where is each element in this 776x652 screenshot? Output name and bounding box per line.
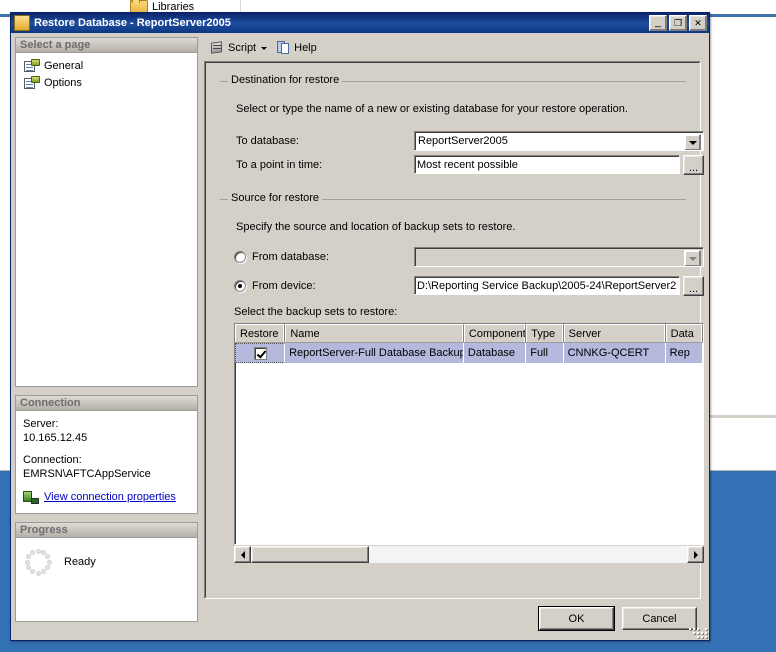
column-header-name[interactable]: Name	[285, 324, 464, 342]
source-group-legend: Source for restore	[228, 192, 323, 204]
restore-checkbox[interactable]	[253, 346, 267, 360]
dialog-title: Restore Database - ReportServer2005	[34, 17, 231, 29]
from-database-combobox[interactable]	[414, 247, 704, 267]
from-database-radio[interactable]	[234, 251, 246, 263]
dialog-footer: OK Cancel	[538, 606, 697, 631]
minimize-button[interactable]: _	[649, 15, 667, 31]
ok-button[interactable]: OK	[538, 606, 615, 631]
cell-component: Database	[464, 343, 527, 363]
source-description: Specify the source and location of backu…	[236, 221, 516, 233]
source-group: Source for restore	[220, 192, 686, 204]
to-database-combobox[interactable]: ReportServer2005	[414, 131, 704, 151]
progress-panel: Ready	[15, 537, 198, 622]
page-icon	[24, 58, 40, 73]
dialog-content-frame: Destination for restore Select or type t…	[204, 61, 704, 599]
spinner-icon	[24, 548, 52, 576]
minimize-icon: _	[654, 16, 662, 28]
column-header-type[interactable]: Type	[526, 324, 564, 342]
column-header-restore[interactable]: Restore	[235, 324, 286, 342]
sidebar-item-options[interactable]: Options	[18, 74, 195, 91]
backup-sets-grid-header: Restore Name Component Type Server Data	[235, 324, 703, 343]
device-browse-button[interactable]: ...	[683, 276, 704, 296]
help-label: Help	[294, 42, 317, 54]
cancel-button[interactable]: Cancel	[622, 607, 697, 630]
dialog-title-bar[interactable]: Restore Database - ReportServer2005 _ ❐ …	[11, 13, 709, 33]
connection-label: Connection:	[23, 454, 82, 466]
connection-panel: Server: 10.165.12.45 Connection: EMRSN\A…	[15, 410, 198, 514]
page-icon	[24, 75, 40, 90]
connection-header: Connection	[15, 395, 198, 410]
dialog-sidebar: Select a page General Options Connection…	[15, 37, 198, 627]
server-value: 10.165.12.45	[23, 432, 88, 444]
sidebar-item-general-label: General	[44, 59, 84, 72]
to-point-in-time-textbox[interactable]: Most recent possible	[414, 155, 680, 174]
script-icon	[210, 41, 225, 55]
progress-header: Progress	[15, 522, 198, 537]
resize-grip[interactable]	[689, 624, 707, 638]
select-a-page-header: Select a page	[15, 37, 198, 52]
script-button[interactable]: Script	[206, 39, 271, 58]
point-in-time-browse-button[interactable]: ...	[683, 155, 704, 175]
view-connection-properties-row[interactable]: View connection properties	[23, 490, 190, 504]
dialog-content: Destination for restore Select or type t…	[205, 62, 704, 598]
to-point-in-time-label: To a point in time:	[236, 159, 323, 171]
explorer-top-strip	[0, 0, 776, 8]
dialog-toolbar: Script Help	[202, 37, 705, 59]
destination-group-legend: Destination for restore	[228, 74, 343, 86]
scrollbar-thumb[interactable]	[251, 546, 369, 563]
scroll-right-button[interactable]	[687, 546, 704, 563]
help-button[interactable]: Help	[273, 39, 321, 58]
cell-server: CNNKG-QCERT	[564, 343, 666, 363]
server-label: Server:	[23, 418, 59, 430]
sidebar-item-general[interactable]: General	[18, 57, 195, 74]
from-device-value: D:\Reporting Service Backup\2005-24\Repo…	[417, 280, 677, 292]
maximize-icon: ❐	[673, 17, 683, 28]
close-icon: ✕	[694, 17, 702, 28]
column-header-component[interactable]: Component	[463, 324, 527, 342]
close-button[interactable]: ✕	[689, 15, 707, 31]
backup-sets-grid-body: ReportServer-Full Database Backup Databa…	[235, 343, 703, 363]
destination-description: Select or type the name of a new or exis…	[236, 103, 628, 115]
backup-sets-label: Select the backup sets to restore:	[234, 306, 398, 318]
progress-status: Ready	[64, 556, 96, 568]
dialog-body: Select a page General Options Connection…	[11, 33, 709, 640]
table-row[interactable]: ReportServer-Full Database Backup Databa…	[235, 343, 703, 363]
cell-restore[interactable]	[235, 343, 286, 363]
from-device-radio[interactable]	[234, 280, 246, 292]
backup-sets-grid[interactable]: Restore Name Component Type Server Data	[234, 323, 704, 545]
from-device-label: From device:	[252, 280, 316, 292]
dialog-main-panel: Script Help Destination for restore Sele…	[202, 37, 705, 627]
from-database-label: From database:	[252, 251, 330, 263]
cell-name: ReportServer-Full Database Backup	[285, 343, 464, 363]
ellipsis-icon: ...	[688, 283, 699, 295]
grid-horizontal-scrollbar[interactable]	[234, 546, 704, 563]
connection-value: EMRSN\AFTCAppService	[23, 468, 151, 480]
chevron-down-icon[interactable]	[684, 134, 701, 150]
chevron-down-icon[interactable]	[684, 250, 701, 266]
destination-group: Destination for restore	[220, 74, 686, 86]
scrollbar-track[interactable]	[251, 546, 687, 563]
column-header-server[interactable]: Server	[563, 324, 666, 342]
restore-database-dialog: Restore Database - ReportServer2005 _ ❐ …	[10, 12, 710, 641]
database-restore-icon	[14, 15, 30, 31]
connection-properties-icon	[23, 490, 39, 504]
to-point-in-time-value: Most recent possible	[417, 159, 518, 171]
page-list: General Options	[15, 52, 198, 387]
from-database-radio-row[interactable]: From database:	[234, 251, 329, 263]
scroll-left-button[interactable]	[234, 546, 251, 563]
cell-data: Rep	[666, 343, 703, 363]
maximize-button[interactable]: ❐	[669, 15, 687, 31]
view-connection-properties-link[interactable]: View connection properties	[44, 491, 176, 503]
to-database-label: To database:	[236, 135, 299, 147]
sidebar-item-options-label: Options	[44, 76, 82, 89]
from-device-textbox[interactable]: D:\Reporting Service Backup\2005-24\Repo…	[414, 276, 680, 295]
to-database-value: ReportServer2005	[418, 135, 508, 147]
column-header-data[interactable]: Data	[665, 324, 703, 342]
from-device-radio-row[interactable]: From device:	[234, 280, 316, 292]
script-label: Script	[228, 42, 257, 54]
cell-type: Full	[526, 343, 564, 363]
chevron-down-icon[interactable]	[261, 46, 268, 50]
help-icon	[277, 41, 291, 55]
ellipsis-icon: ...	[688, 162, 699, 174]
